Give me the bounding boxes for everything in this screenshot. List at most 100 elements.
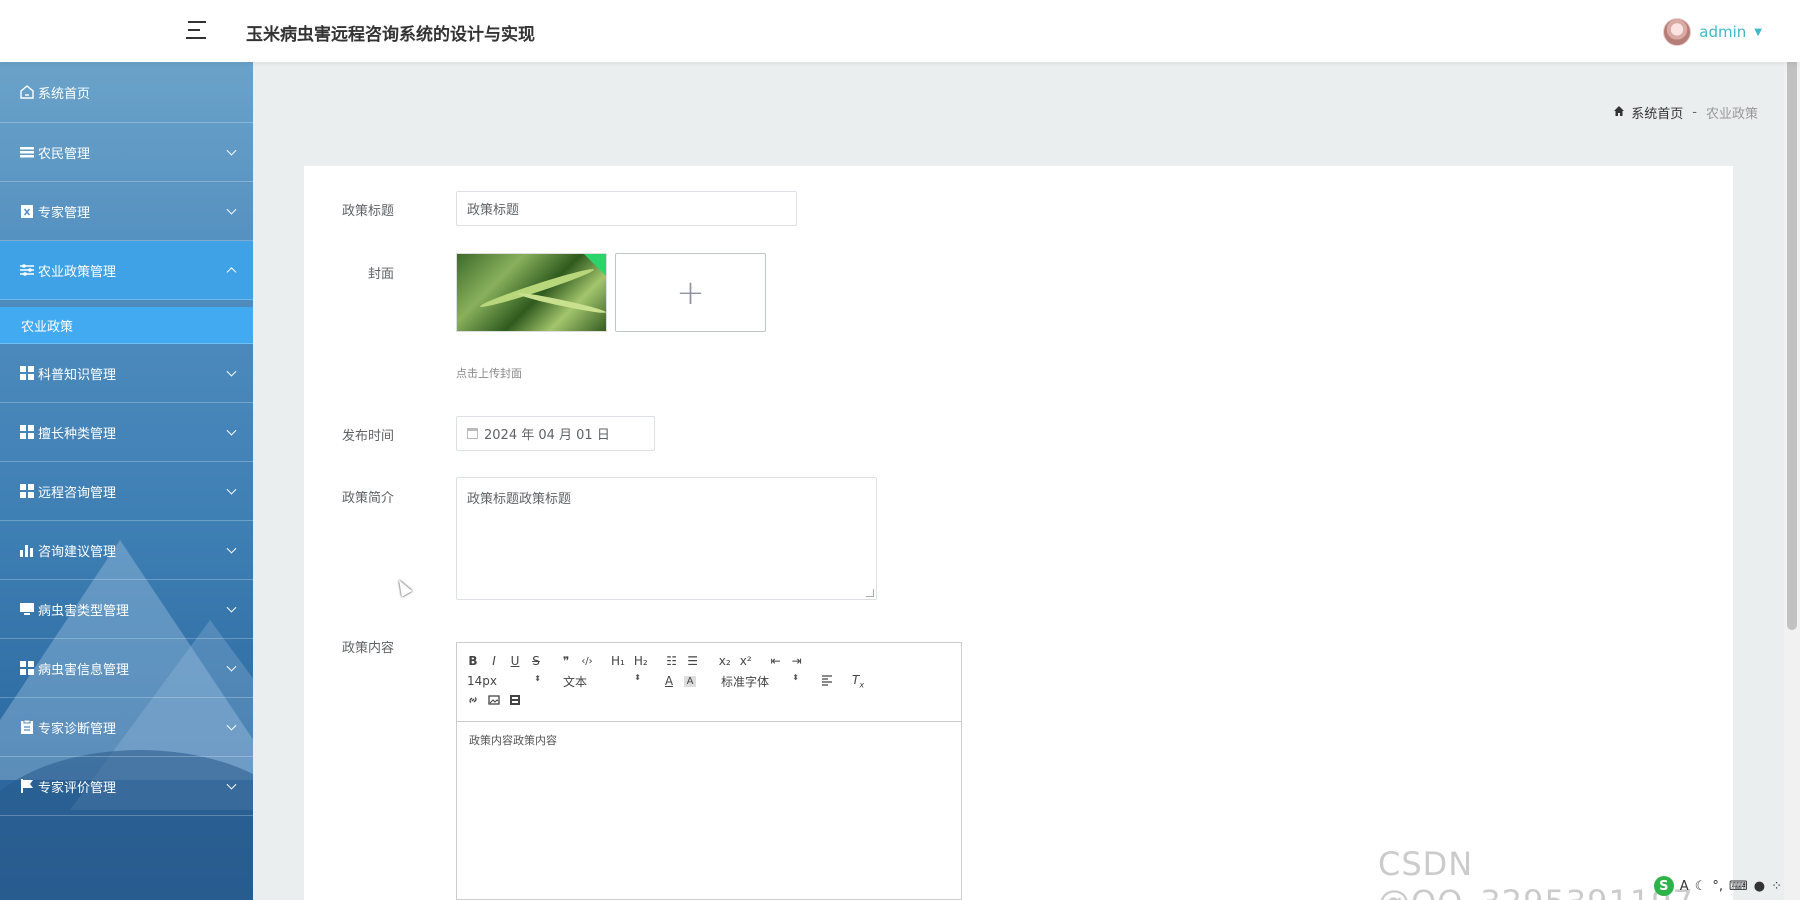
sidebar-item-policy[interactable]: 农业政策管理 <box>0 241 253 300</box>
rich-text-editor: B I U S ❞ ‹/› H₁ H₂ ☷ ☰ x₂ x² ⇤ ⇥ 14px⬍ <box>456 642 962 900</box>
keyboard-icon[interactable]: ⌨ <box>1729 879 1748 894</box>
strike-button[interactable]: S <box>530 654 542 668</box>
date-label: 发布时间 <box>341 429 394 444</box>
resize-handle-icon[interactable] <box>866 589 874 597</box>
italic-button[interactable]: I <box>488 654 500 668</box>
underline-button[interactable]: U <box>509 654 521 668</box>
chevron-down-icon <box>226 779 237 790</box>
sidebar-item-pest-type[interactable]: 病虫害类型管理 <box>0 580 253 639</box>
form-card: 政策标题 政策标题 封面 + 点击上传封面 发布时间 2024 年 04 月 0… <box>304 166 1733 900</box>
sidebar-item-remote-consult[interactable]: 远程咨询管理 <box>0 462 253 521</box>
block-type-select[interactable]: 文本 ⬍ <box>563 673 647 690</box>
sidebar-item-label: 科普知识管理 <box>38 367 117 383</box>
intro-label: 政策简介 <box>341 491 394 506</box>
sidebar-item-evaluation[interactable]: 专家评价管理 <box>0 757 253 816</box>
indent-button[interactable]: ⇥ <box>791 654 803 668</box>
chevron-down-icon <box>226 425 237 436</box>
superscript-button[interactable]: x² <box>740 654 752 668</box>
sidebar-item-advice[interactable]: 咨询建议管理 <box>0 521 253 580</box>
sidebar-item-label: 咨询建议管理 <box>38 544 117 560</box>
ime-tray: S A ☾ °, ⌨ ● ⁘ <box>1653 876 1782 896</box>
punctuation-icon[interactable]: °, <box>1712 879 1723 894</box>
font-size-select[interactable]: 14px ⬍ <box>467 674 547 688</box>
chevron-down-icon <box>226 366 237 377</box>
sidebar-item-home[interactable]: 系统首页 <box>0 62 253 123</box>
clear-format-icon[interactable]: Tx <box>852 673 864 689</box>
chevron-down-icon <box>226 661 237 672</box>
sogou-logo-icon[interactable]: S <box>1653 876 1674 896</box>
sidebar-item-label: 专家诊断管理 <box>38 721 117 737</box>
chevron-down-icon <box>226 720 237 731</box>
bullet-list-button[interactable]: ☰ <box>687 654 699 668</box>
h1-button[interactable]: H₁ <box>611 654 625 668</box>
letter-a-icon[interactable]: A <box>1680 879 1689 894</box>
cover-label: 封面 <box>367 267 394 282</box>
outdent-button[interactable]: ⇤ <box>770 654 782 668</box>
editor-toolbar: B I U S ❞ ‹/› H₁ H₂ ☷ ☰ x₂ x² ⇤ ⇥ 14px⬍ <box>457 643 961 722</box>
sidebar-item-diagnosis[interactable]: 专家诊断管理 <box>0 698 253 757</box>
apps-icon[interactable]: ⁘ <box>1771 879 1782 894</box>
background-color-icon[interactable]: A <box>684 675 696 687</box>
list-icon <box>18 143 36 161</box>
quote-button[interactable]: ❞ <box>560 654 572 668</box>
home-icon <box>1613 105 1625 121</box>
h2-button[interactable]: H₂ <box>634 654 648 668</box>
plus-icon: + <box>676 272 705 313</box>
date-picker[interactable]: 2024 年 04 月 01 日 <box>456 416 655 451</box>
intro-value: 政策标题政策标题 <box>467 492 572 507</box>
grid-icon <box>18 364 36 382</box>
sidebar-item-knowledge[interactable]: 科普知识管理 <box>0 344 253 403</box>
link-icon[interactable] <box>467 694 479 709</box>
page-scrollbar[interactable] <box>1784 0 1800 900</box>
cover-hint: 点击上传封面 <box>456 367 522 380</box>
font-family-select[interactable]: 标准字体 ⬍ <box>721 673 805 690</box>
sidebar-item-specialty[interactable]: 擅长种类管理 <box>0 403 253 462</box>
sidebar-item-label: 专家评价管理 <box>38 780 117 796</box>
chevron-down-icon <box>226 543 237 554</box>
image-icon[interactable] <box>488 694 500 709</box>
chevron-down-icon <box>226 602 237 613</box>
breadcrumb-home[interactable]: 系统首页 <box>1631 103 1683 122</box>
sidebar-item-label: 病虫害信息管理 <box>38 662 130 678</box>
cover-image[interactable] <box>456 253 607 332</box>
sidebar-item-pest-info[interactable]: 病虫害信息管理 <box>0 639 253 698</box>
avatar <box>1663 18 1692 46</box>
submenu-item-policy[interactable]: 农业政策 <box>0 307 253 344</box>
menu-toggle-icon[interactable] <box>184 20 206 40</box>
sidebar-item-label: 农业政策管理 <box>38 264 117 280</box>
video-icon[interactable] <box>509 694 521 709</box>
intro-textarea[interactable]: 政策标题政策标题 <box>456 477 877 600</box>
code-button[interactable]: ‹/› <box>581 656 593 667</box>
sidebar-item-farmers[interactable]: 农民管理 <box>0 123 253 182</box>
chevron-down-icon <box>226 204 237 215</box>
editor-content[interactable]: 政策内容政策内容 <box>457 722 961 900</box>
align-icon[interactable] <box>821 674 833 689</box>
flag-icon <box>18 777 36 795</box>
subscript-button[interactable]: x₂ <box>719 654 731 668</box>
top-header: 玉米病虫害远程咨询系统的设计与实现 admin ▼ <box>0 0 1800 62</box>
bold-button[interactable]: B <box>467 654 479 668</box>
scrollbar-thumb[interactable] <box>1787 18 1797 630</box>
date-value: 2024 年 04 月 01 日 <box>484 428 610 443</box>
ordered-list-button[interactable]: ☷ <box>666 654 678 668</box>
updown-icon: ⬍ <box>534 674 541 683</box>
home-icon <box>18 83 36 101</box>
sidebar-item-experts[interactable]: 专家管理 <box>0 182 253 241</box>
grid-icon <box>18 482 36 500</box>
upload-cover-button[interactable]: + <box>615 253 766 332</box>
title-input[interactable]: 政策标题 <box>456 191 797 226</box>
breadcrumb-current: 农业政策 <box>1705 107 1758 122</box>
updown-icon: ⬍ <box>792 672 799 682</box>
content-label: 政策内容 <box>341 641 394 656</box>
bar-chart-icon <box>18 541 36 559</box>
clipboard-icon <box>18 718 36 736</box>
chevron-down-icon <box>226 484 237 495</box>
user-icon[interactable]: ● <box>1754 879 1765 894</box>
moon-icon[interactable]: ☾ <box>1695 879 1707 894</box>
monitor-icon <box>18 600 36 618</box>
sidebar-item-label: 远程咨询管理 <box>38 485 117 501</box>
app-title: 玉米病虫害远程咨询系统的设计与实现 <box>246 25 535 45</box>
sidebar-menu: 系统首页 农民管理 专家管理 农业政策管理 农业政策 科普知识管理 擅长种类管理… <box>0 62 253 816</box>
font-color-icon[interactable]: A <box>663 674 675 688</box>
user-menu[interactable]: admin ▼ <box>1663 18 1762 46</box>
